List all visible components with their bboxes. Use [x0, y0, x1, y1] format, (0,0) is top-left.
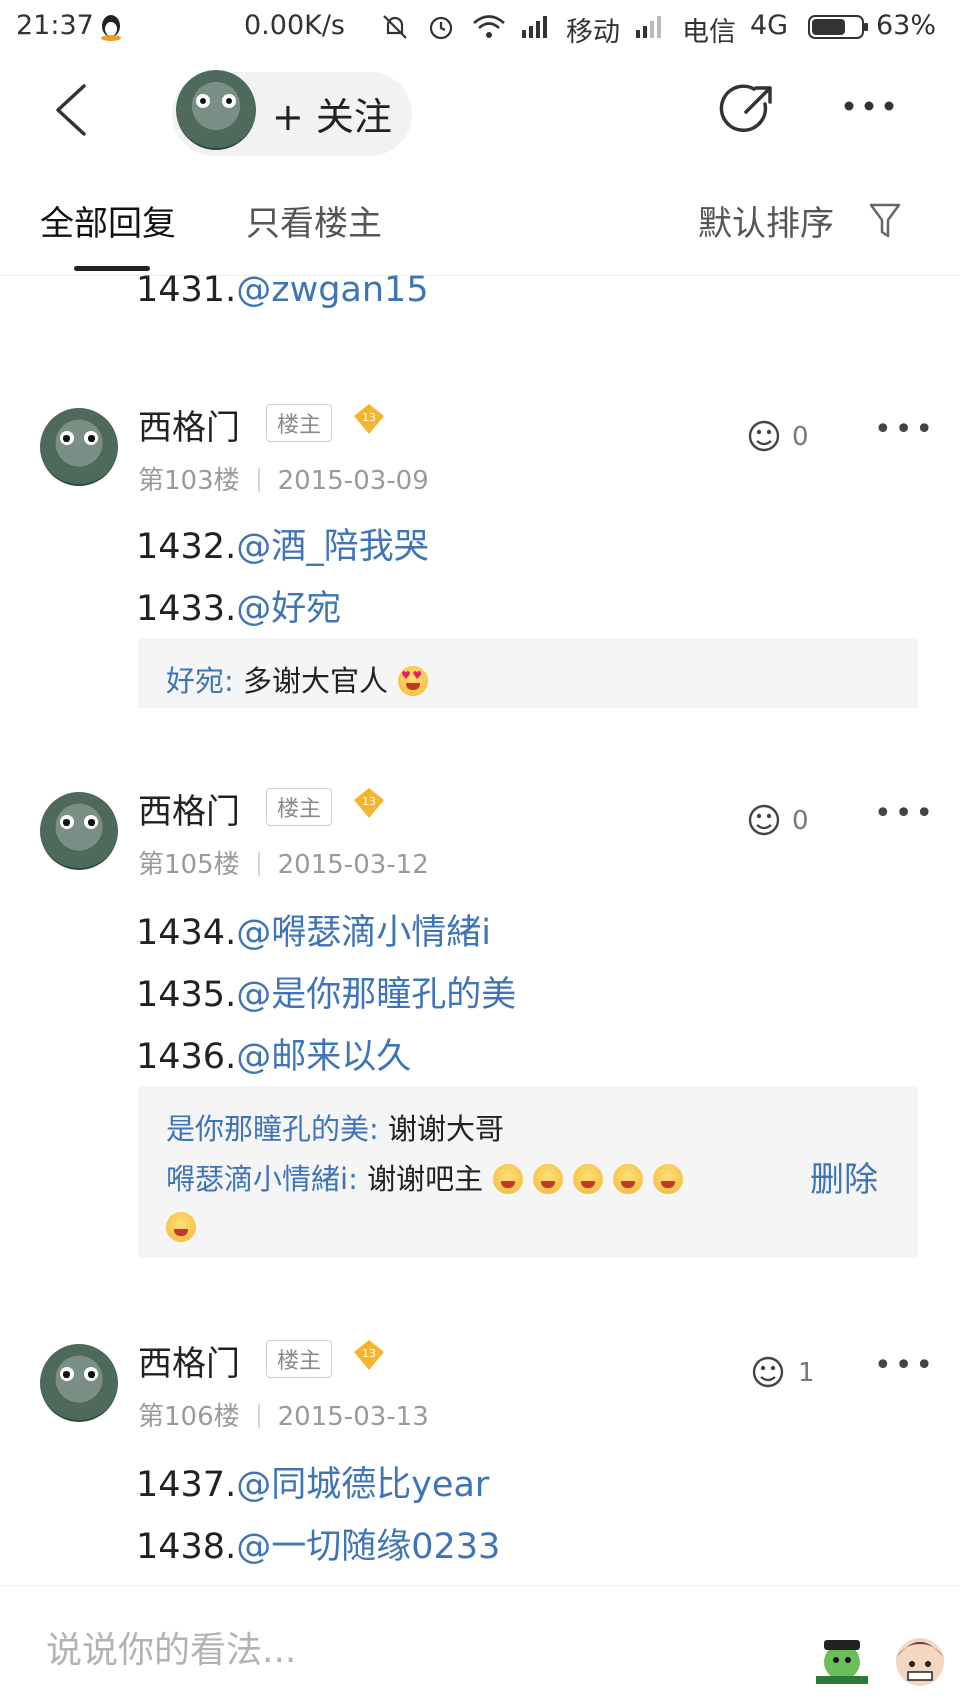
- grin-emoji-icon: [533, 1164, 564, 1194]
- wifi-icon: [472, 14, 506, 47]
- ellipsis-icon: [844, 101, 894, 111]
- back-arrow-icon: [56, 84, 86, 136]
- author-avatar[interactable]: [176, 70, 256, 150]
- post-avatar[interactable]: [40, 792, 118, 870]
- mention-link[interactable]: @zwgan15: [236, 270, 428, 310]
- mention-link[interactable]: @一切随缘0233: [236, 1527, 500, 1567]
- qq-icon: [98, 12, 124, 49]
- share-icon: [719, 84, 772, 133]
- post-more-button[interactable]: •••: [874, 1348, 936, 1383]
- thumb-face-icon: [748, 420, 780, 452]
- like-button[interactable]: [744, 418, 784, 458]
- floor-number: 第103楼: [138, 466, 240, 496]
- mention-link[interactable]: @邮来以久: [236, 1037, 411, 1077]
- share-button[interactable]: [718, 80, 778, 144]
- post-date: 2015-03-09: [277, 466, 429, 496]
- sub-reply: 是你那瞳孔的美: 谢谢大哥: [166, 1112, 505, 1146]
- post-date: 2015-03-12: [277, 850, 429, 880]
- emoji-panel-button[interactable]: [890, 1632, 950, 1696]
- more-menu-button[interactable]: [842, 92, 896, 124]
- status-bar: 21:37 0.00K/s 移动 电信 4G 63%: [0, 0, 960, 56]
- mention-link[interactable]: @酒_陪我哭: [236, 527, 429, 567]
- character-emoji-icon: [896, 1638, 944, 1686]
- reply-line: 1433.@好宛: [136, 589, 342, 629]
- mute-icon: [380, 12, 410, 49]
- post-more-button[interactable]: •••: [874, 796, 936, 831]
- reply-line: 1432.@酒_陪我哭: [136, 527, 429, 567]
- svg-text:13: 13: [362, 795, 376, 808]
- mention-link[interactable]: @嘚瑟滴小情緒i: [236, 913, 491, 953]
- battery-icon: [808, 14, 870, 47]
- grin-emoji-icon: [613, 1164, 644, 1194]
- filter-icon[interactable]: [868, 202, 902, 244]
- post-author-name[interactable]: 西格门: [138, 400, 240, 449]
- level-badge-icon: 13: [352, 786, 386, 824]
- sub-reply-author[interactable]: 好宛: [166, 664, 224, 698]
- post-date: 2015-03-13: [277, 1402, 429, 1432]
- tab-owner-only[interactable]: 只看楼主: [246, 196, 382, 245]
- back-button[interactable]: [50, 80, 90, 144]
- status-time: 21:37: [16, 10, 94, 41]
- reply-line: 1438.@一切随缘0233: [136, 1527, 501, 1567]
- post-avatar[interactable]: [40, 1344, 118, 1422]
- grin-emoji-icon: [166, 1212, 196, 1242]
- post-meta: 第103楼 2015-03-09: [138, 460, 429, 497]
- signal-icon-2: [634, 14, 666, 45]
- comment-input[interactable]: 说说你的看法...: [46, 1621, 296, 1673]
- sub-reply: 嘚瑟滴小情緒i: 谢谢吧主: [166, 1156, 684, 1198]
- thumb-face-icon: [752, 1356, 784, 1388]
- like-button[interactable]: [744, 802, 784, 842]
- post-more-button[interactable]: •••: [874, 412, 936, 447]
- level-badge-icon: 13: [352, 402, 386, 440]
- post-author-name[interactable]: 西格门: [138, 1336, 240, 1385]
- like-button[interactable]: [748, 1354, 788, 1394]
- floor-number: 第106楼: [138, 1402, 240, 1432]
- carrier-2: 电信: [682, 17, 736, 48]
- post-avatar[interactable]: [40, 408, 118, 486]
- post-meta: 第106楼 2015-03-13: [138, 1396, 429, 1433]
- svg-text:13: 13: [362, 1347, 376, 1360]
- owner-tag: 楼主: [266, 404, 333, 442]
- grin-emoji-icon: [493, 1164, 524, 1194]
- alarm-icon: [426, 12, 456, 49]
- mention-link[interactable]: @好宛: [236, 589, 341, 629]
- sub-reply-author[interactable]: 是你那瞳孔的美: [166, 1112, 369, 1146]
- level-badge-icon: 13: [352, 1338, 386, 1376]
- svg-text:13: 13: [362, 411, 376, 424]
- thumb-face-icon: [748, 804, 780, 836]
- network-type: 4G: [750, 10, 789, 41]
- mention-link[interactable]: @同城德比year: [236, 1465, 489, 1505]
- tab-all-replies[interactable]: 全部回复: [40, 196, 176, 245]
- reply-line: 1434.@嘚瑟滴小情緒i: [136, 913, 491, 953]
- carrier-1: 移动: [566, 17, 620, 48]
- reply-line: 1437.@同城德比year: [136, 1465, 490, 1505]
- network-speed: 0.00K/s: [244, 10, 345, 41]
- sticker-icon: [816, 1640, 868, 1684]
- post-meta: 第105楼 2015-03-12: [138, 844, 429, 881]
- reply-line: 1436.@邮来以久: [136, 1037, 412, 1077]
- grin-emoji-icon: [653, 1164, 684, 1194]
- floor-number: 第105楼: [138, 850, 240, 880]
- like-count: 1: [798, 1358, 815, 1388]
- like-count: 0: [792, 806, 809, 836]
- heart-eyes-emoji-icon: [398, 666, 429, 696]
- post-author-name[interactable]: 西格门: [138, 784, 240, 833]
- sub-reply: 好宛: 多谢大官人: [166, 658, 429, 700]
- owner-tag: 楼主: [266, 788, 333, 826]
- follow-label: + 关注: [272, 95, 392, 139]
- sticker-button[interactable]: [812, 1632, 872, 1692]
- sub-reply-author[interactable]: 嘚瑟滴小情緒i: [166, 1162, 348, 1196]
- like-count: 0: [792, 422, 809, 452]
- reply-line: 1435.@是你那瞳孔的美: [136, 975, 517, 1015]
- owner-tag: 楼主: [266, 1340, 333, 1378]
- sort-dropdown[interactable]: 默认排序: [698, 196, 834, 245]
- battery-percent: 63%: [876, 10, 937, 41]
- signal-icon-1: [520, 14, 552, 45]
- reply-line: 1431.@zwgan15: [136, 270, 429, 310]
- delete-button[interactable]: 删除: [810, 1152, 878, 1201]
- mention-link[interactable]: @是你那瞳孔的美: [236, 975, 516, 1015]
- grin-emoji-icon: [573, 1164, 604, 1194]
